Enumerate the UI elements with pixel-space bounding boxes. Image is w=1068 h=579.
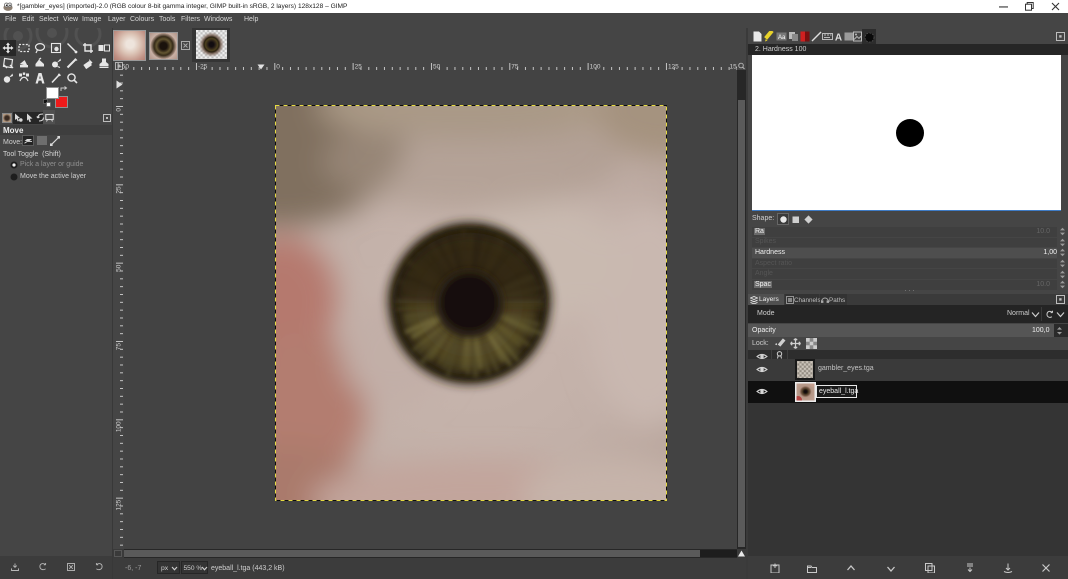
svg-text:125: 125 — [116, 499, 123, 510]
svg-text:Aa: Aa — [778, 35, 786, 41]
svg-text:100: 100 — [590, 64, 601, 71]
svg-text:0: 0 — [276, 64, 280, 71]
svg-text:-25: -25 — [198, 64, 208, 71]
svg-text:100: 100 — [116, 421, 123, 432]
svg-text:0: 0 — [116, 108, 123, 112]
svg-text:125: 125 — [668, 64, 679, 71]
svg-text:A: A — [835, 33, 842, 43]
svg-text:150: 150 — [730, 64, 738, 71]
